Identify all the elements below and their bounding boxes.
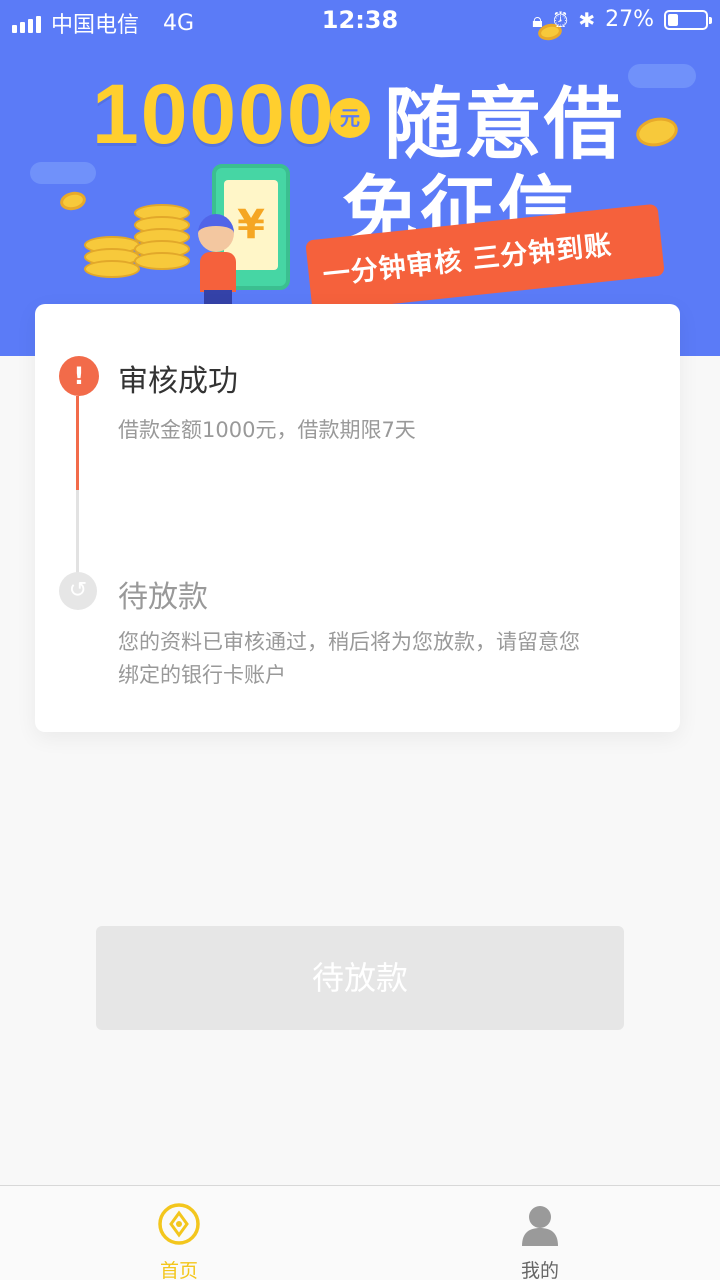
loan-status-card: ! ↺ 审核成功 借款金额1000元，借款期限7天 待放款 您的资料已审核通过，…	[35, 304, 680, 732]
battery-percent: 27%	[605, 7, 654, 32]
tab-home[interactable]: 首页	[119, 1186, 239, 1280]
pending-disbursement-button[interactable]: 待放款	[96, 926, 624, 1030]
battery-icon	[664, 9, 712, 30]
banner-amount: 10000	[92, 67, 336, 161]
tab-bar: 首页 我的	[0, 1185, 720, 1280]
tab-home-label: 首页	[159, 1260, 198, 1280]
person-illustration-head	[198, 214, 234, 252]
home-coin-icon	[158, 1203, 200, 1245]
refresh-icon: ↺	[59, 572, 97, 610]
progress-line-complete	[76, 396, 79, 490]
cloud-decoration	[30, 162, 96, 184]
progress-line-pending	[76, 490, 79, 574]
coin-stack-illustration	[134, 204, 190, 270]
exclamation-icon: !	[59, 356, 99, 396]
tab-mine-label: 我的	[520, 1260, 559, 1280]
person-illustration-body	[200, 252, 236, 292]
step-desc-pending: 您的资料已审核通过，稍后将为您放款，请留意您绑定的银行卡账户	[118, 630, 580, 687]
cloud-decoration	[628, 64, 696, 88]
alarm-icon: ⏰︎	[552, 7, 569, 32]
step-title-approved: 审核成功	[118, 364, 238, 399]
rotation-lock-icon: 🔒︎	[532, 7, 543, 32]
step-desc-approved: 借款金额1000元，借款期限7天	[118, 418, 416, 442]
bluetooth-icon: ✱	[578, 7, 596, 32]
tab-mine[interactable]: 我的	[480, 1186, 600, 1280]
coin-decoration	[58, 189, 88, 213]
status-bar: 中国电信 4G 12:38 🔒︎ ⏰︎ ✱ 27%	[0, 0, 720, 40]
step-title-pending: 待放款	[118, 580, 208, 615]
coin-stack-illustration	[84, 236, 140, 278]
coin-decoration	[633, 113, 681, 151]
banner-currency: 元	[330, 98, 370, 138]
promo-banner[interactable]: ¥ 10000 元 随意借 免征信 一分钟审核 三分钟到账	[0, 0, 720, 356]
user-icon	[522, 1206, 558, 1246]
